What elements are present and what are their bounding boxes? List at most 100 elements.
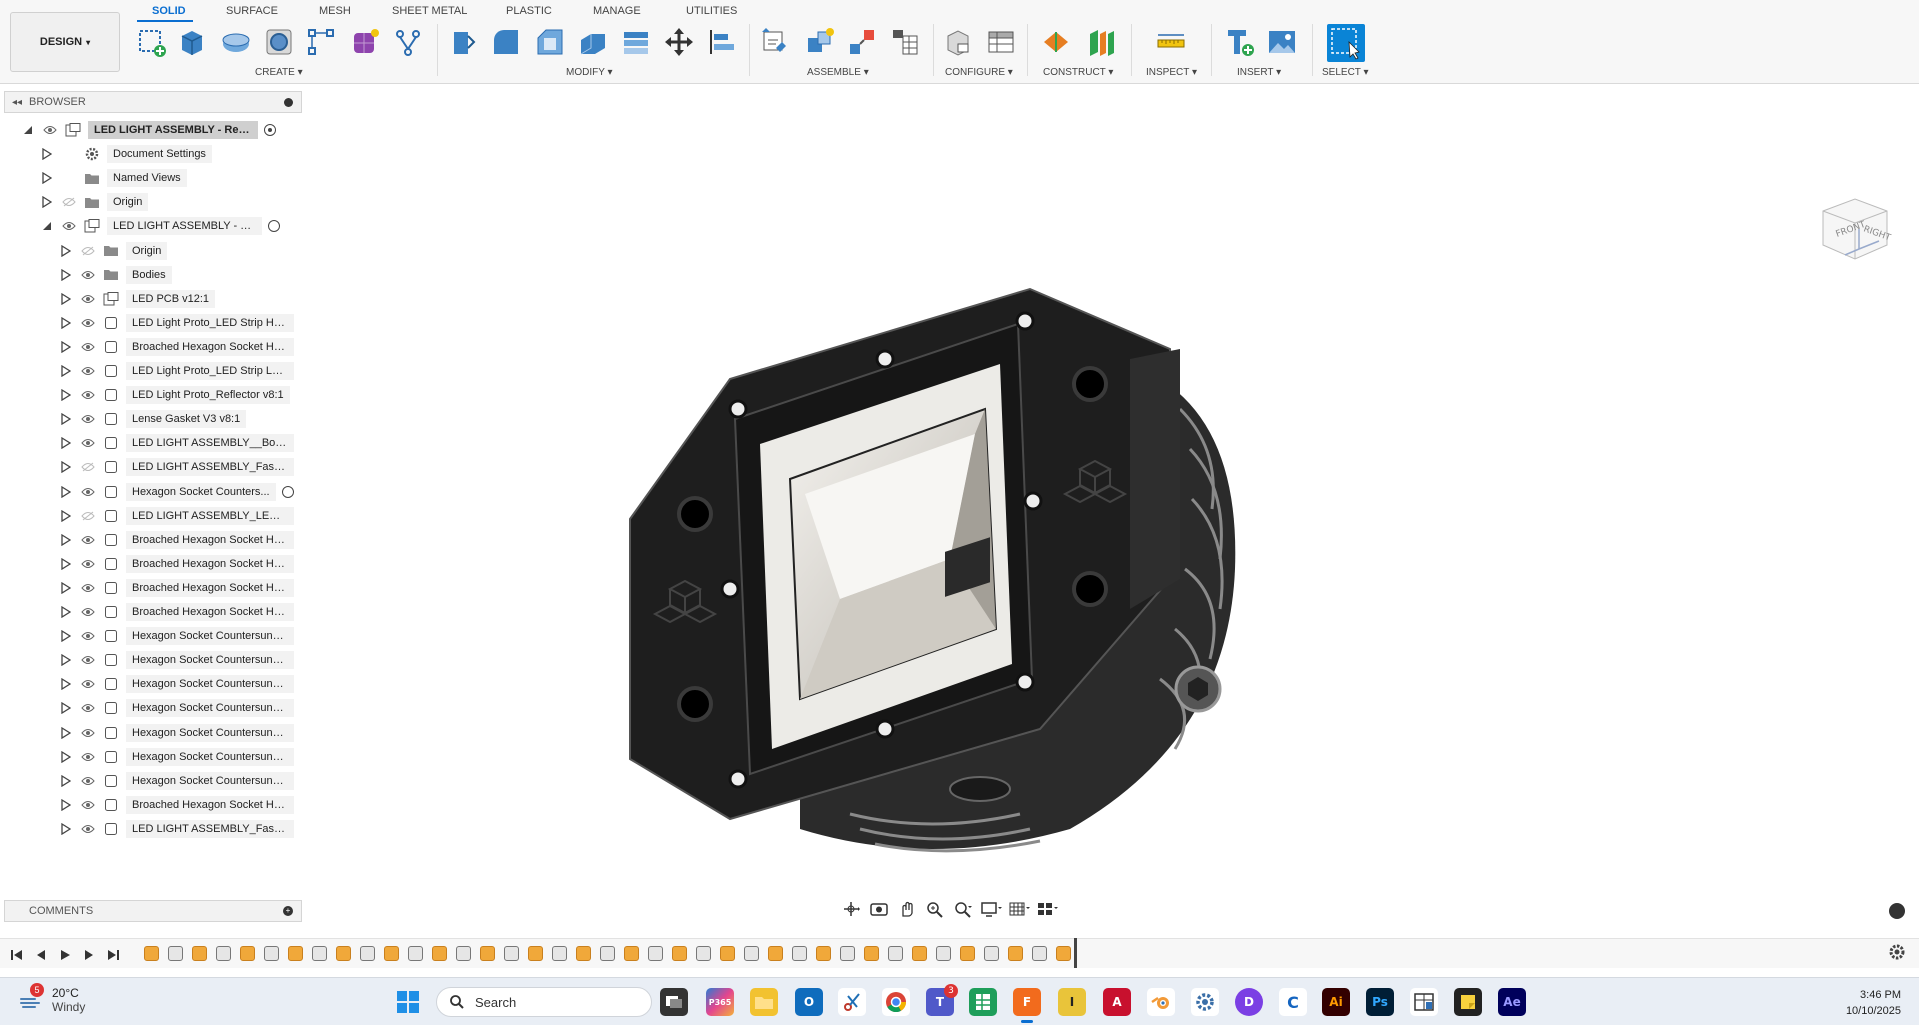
expand-arrow-icon[interactable] (41, 171, 53, 185)
timeline-feature[interactable] (984, 946, 999, 961)
display-settings-icon[interactable] (980, 900, 1002, 918)
visibility-icon[interactable] (80, 750, 96, 764)
browser-tree-item[interactable]: Hexagon Socket Countersunk H... (60, 625, 294, 647)
create-menu[interactable]: CREATE ▾ (255, 67, 303, 78)
measure-icon[interactable] (1155, 26, 1187, 58)
taskbar-search[interactable]: Search (436, 987, 652, 1017)
browser-tree-item[interactable]: Origin (60, 240, 168, 262)
visibility-icon[interactable] (80, 388, 96, 402)
orbit-icon[interactable] (840, 900, 862, 918)
hole-icon[interactable] (263, 26, 295, 58)
modify-menu[interactable]: MODIFY ▾ (566, 67, 613, 78)
timeline-feature[interactable] (144, 946, 159, 961)
expand-arrow-icon[interactable] (60, 460, 72, 474)
chrome-icon[interactable] (882, 988, 910, 1016)
browser-tree-item[interactable]: Hexagon Socket Countersunk H... (60, 673, 294, 695)
visibility-icon[interactable] (80, 316, 96, 330)
illustrator-icon[interactable]: Ai (1322, 988, 1350, 1016)
viewcube-icon[interactable]: FRONT RIGHT (1815, 189, 1895, 269)
fit-icon[interactable] (952, 900, 974, 918)
browser-tree-item[interactable]: Bodies (60, 264, 172, 286)
sticky-notes-icon[interactable] (1454, 988, 1482, 1016)
timeline-feature[interactable] (360, 946, 375, 961)
expand-arrow-icon[interactable] (60, 701, 72, 715)
snipping-tool-icon[interactable] (838, 988, 866, 1016)
timeline-feature[interactable] (696, 946, 711, 961)
timeline-feature[interactable] (600, 946, 615, 961)
browser-tree-item[interactable]: Origin (41, 191, 149, 213)
midplane-icon[interactable] (1086, 26, 1118, 58)
timeline-feature[interactable] (216, 946, 231, 961)
construct-menu[interactable]: CONSTRUCT ▾ (1043, 67, 1113, 78)
visibility-icon[interactable] (80, 822, 96, 836)
visibility-icon[interactable] (80, 726, 96, 740)
visibility-icon[interactable] (80, 364, 96, 378)
comments-panel[interactable]: COMMENTS + (4, 900, 302, 922)
visibility-off-icon[interactable] (80, 244, 96, 258)
browser-tree-item[interactable]: LED LIGHT ASSEMBLY - Rend... (22, 119, 276, 141)
joint-origin-icon[interactable] (889, 26, 921, 58)
timeline-feature[interactable] (840, 946, 855, 961)
derive-icon[interactable] (392, 26, 424, 58)
settings-icon[interactable] (1191, 988, 1219, 1016)
expand-arrow-icon[interactable] (60, 485, 72, 499)
configuration-table-icon[interactable] (985, 26, 1017, 58)
go-to-end-icon[interactable] (106, 948, 120, 962)
visibility-off-icon[interactable] (80, 509, 96, 523)
as-built-joint-icon[interactable] (846, 26, 878, 58)
new-component-icon[interactable] (760, 26, 792, 58)
grid-app-icon[interactable] (1410, 988, 1438, 1016)
timeline-feature[interactable] (576, 946, 591, 961)
visibility-icon[interactable] (80, 292, 96, 306)
browser-tree-item[interactable]: LED LIGHT ASSEMBLY - Renc... (41, 215, 280, 237)
viewports-icon[interactable] (1036, 900, 1058, 918)
joint-icon[interactable] (804, 26, 836, 58)
browser-tree-item[interactable]: Broached Hexagon Socket Hea... (60, 553, 294, 575)
timeline-settings-icon[interactable] (1888, 943, 1906, 961)
browser-tree-item[interactable]: Hexagon Socket Countersunk H... (60, 722, 294, 744)
browser-tree-item[interactable]: Hexagon Socket Countersunk H... (60, 746, 294, 768)
visibility-icon[interactable] (80, 485, 96, 499)
expand-arrow-icon[interactable] (60, 509, 72, 523)
sheets-icon[interactable] (969, 988, 997, 1016)
insert-image-icon[interactable] (1266, 26, 1298, 58)
microsoft-365-icon[interactable]: P365 (706, 988, 734, 1016)
browser-tree-item[interactable]: Named Views (41, 167, 187, 189)
visibility-icon[interactable] (80, 557, 96, 571)
visibility-icon[interactable] (80, 774, 96, 788)
cloud-status-icon[interactable] (1889, 903, 1905, 919)
expand-arrow-icon[interactable] (60, 557, 72, 571)
timeline-feature[interactable] (336, 946, 351, 961)
activate-component-icon[interactable] (264, 124, 276, 136)
browser-tree-item[interactable]: LED LIGHT ASSEMBLY_LED BF... (60, 505, 294, 527)
inspect-menu[interactable]: INSPECT ▾ (1146, 67, 1197, 78)
expand-arrow-icon[interactable] (60, 750, 72, 764)
play-icon[interactable] (58, 948, 72, 962)
timeline-feature[interactable] (888, 946, 903, 961)
expand-arrow-icon[interactable] (60, 244, 72, 258)
expand-arrow-icon[interactable] (60, 605, 72, 619)
visibility-icon[interactable] (42, 123, 58, 137)
blender-icon[interactable] (1147, 988, 1175, 1016)
browser-tree-item[interactable]: LED Light Proto_LED Strip Hous... (60, 312, 294, 334)
teams-icon[interactable]: T3 (926, 984, 958, 1016)
tab-mesh[interactable]: MESH (319, 5, 351, 17)
collapse-arrow-icon[interactable] (41, 219, 53, 233)
visibility-icon[interactable] (80, 605, 96, 619)
expand-arrow-icon[interactable] (60, 340, 72, 354)
visibility-icon[interactable] (80, 533, 96, 547)
visibility-icon[interactable] (80, 629, 96, 643)
timeline-feature[interactable] (264, 946, 279, 961)
timeline-feature[interactable] (480, 946, 495, 961)
visibility-off-icon[interactable] (61, 195, 77, 209)
tab-manage[interactable]: MANAGE (593, 5, 641, 17)
expand-arrow-icon[interactable] (60, 581, 72, 595)
timeline-feature[interactable] (288, 946, 303, 961)
browser-tree-item[interactable]: LED LIGHT ASSEMBLY_Fascia ... (60, 818, 294, 840)
step-forward-icon[interactable] (82, 948, 96, 962)
browser-tree-item[interactable]: Broached Hexagon Socket Hea... (60, 601, 294, 623)
expand-arrow-icon[interactable] (41, 195, 53, 209)
revolve-icon[interactable] (220, 26, 252, 58)
browser-tree-item[interactable]: Broached Hexagon Socket Hea... (60, 529, 294, 551)
assemble-menu[interactable]: ASSEMBLE ▾ (807, 67, 869, 78)
